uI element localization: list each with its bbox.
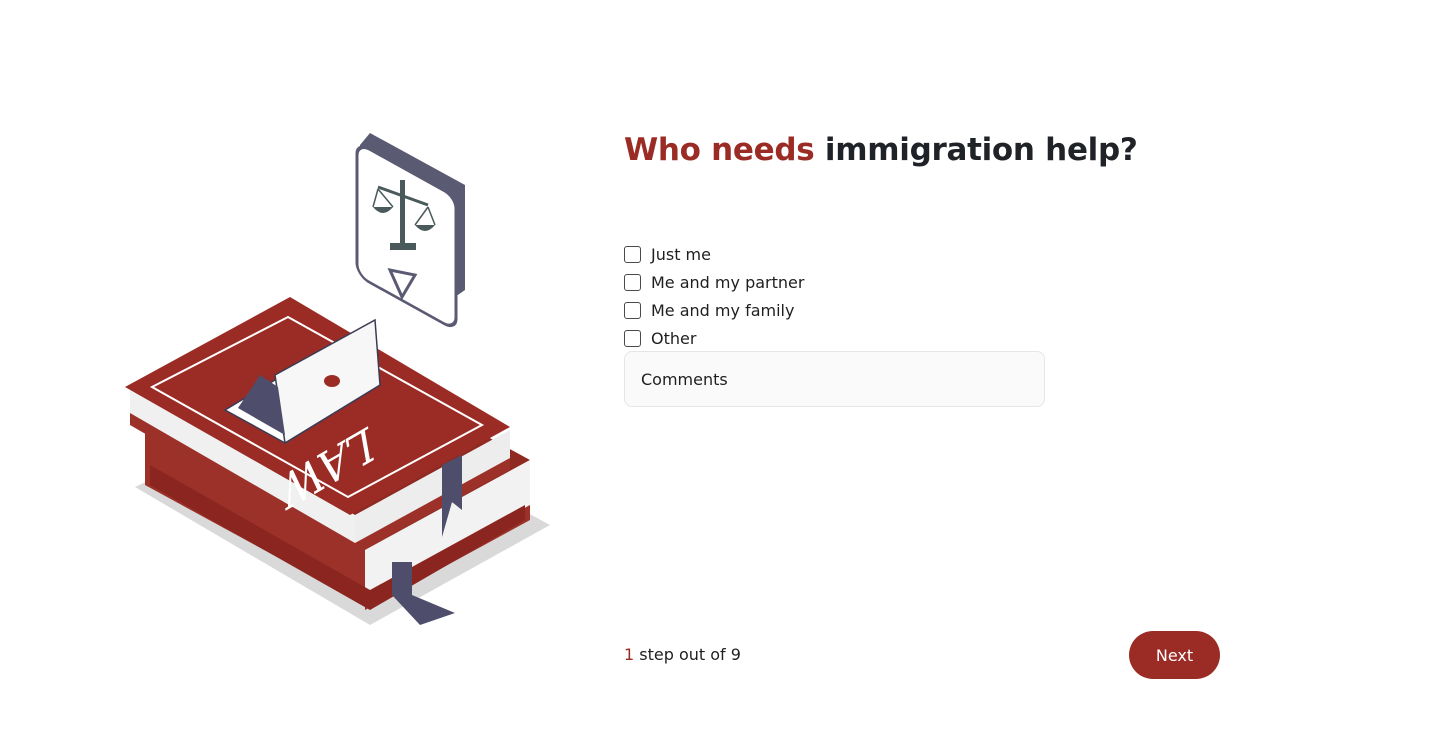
checkbox[interactable] (624, 301, 641, 319)
checkbox[interactable] (624, 273, 641, 291)
quiz-panel: Who needs immigration help? Just me Me a… (624, 130, 1224, 407)
option-label: Me and my family (651, 300, 795, 320)
option-label: Other (651, 328, 697, 348)
options-list: Just me Me and my partner Me and my fami… (624, 240, 804, 352)
option-me-and-my-family[interactable]: Me and my family (624, 296, 804, 324)
law-books-illustration: LAW (120, 125, 560, 635)
comments-input[interactable] (624, 351, 1045, 407)
option-just-me[interactable]: Just me (624, 240, 804, 268)
step-text: step out of 9 (634, 645, 741, 664)
option-other[interactable]: Other (624, 324, 804, 352)
option-label: Me and my partner (651, 272, 805, 292)
step-counter: 1 step out of 9 (624, 645, 741, 664)
step-current: 1 (624, 645, 635, 664)
question-title-rest: immigration help? (814, 132, 1138, 168)
option-me-and-my-partner[interactable]: Me and my partner (624, 268, 804, 296)
checkbox[interactable] (624, 245, 641, 263)
checkbox[interactable] (624, 329, 641, 347)
option-label: Just me (651, 244, 711, 264)
question-title: Who needs immigration help? (624, 130, 1224, 170)
next-button[interactable]: Next (1129, 631, 1220, 679)
question-title-accent: Who needs (624, 132, 815, 168)
